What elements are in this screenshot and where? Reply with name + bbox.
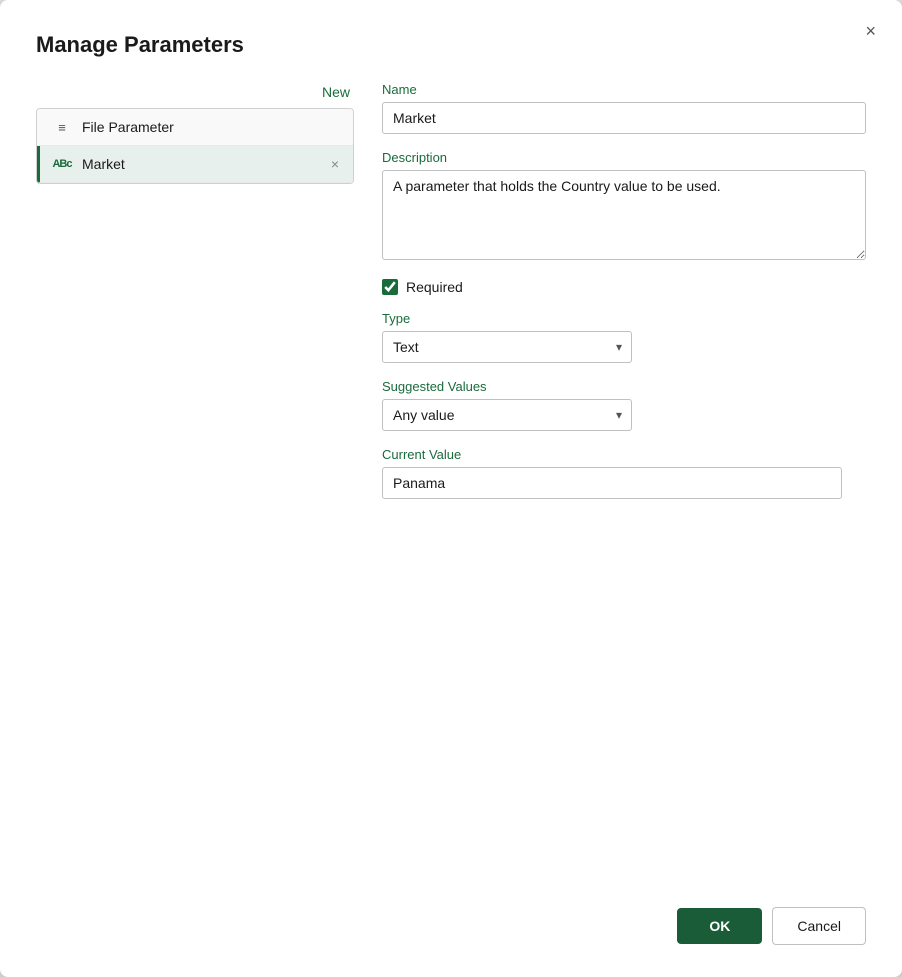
left-panel: New ≡ File Parameter ABc Market × [36,82,354,875]
required-checkbox[interactable] [382,279,398,295]
list-item[interactable]: ABc Market × [37,146,353,183]
suggested-values-label: Suggested Values [382,379,866,394]
manage-parameters-dialog: × Manage Parameters New ≡ File Parameter… [0,0,902,977]
current-value-label: Current Value [382,447,866,462]
name-field-group: Name [382,82,866,134]
list-item[interactable]: ≡ File Parameter [37,109,353,146]
ok-button[interactable]: OK [677,908,762,944]
suggested-values-select[interactable]: Any value List of values Query [382,399,632,431]
type-select-wrapper: Text Number Date Date/Time Date/Time/Tim… [382,331,632,363]
description-field-group: Description A parameter that holds the C… [382,150,866,263]
right-panel: Name Description A parameter that holds … [382,82,866,875]
suggested-values-select-wrapper: Any value List of values Query ▾ [382,399,632,431]
name-label: Name [382,82,866,97]
required-label[interactable]: Required [406,279,463,295]
description-input[interactable]: A parameter that holds the Country value… [382,170,866,260]
cancel-button[interactable]: Cancel [772,907,866,945]
description-label: Description [382,150,866,165]
type-select[interactable]: Text Number Date Date/Time Date/Time/Tim… [382,331,632,363]
close-button[interactable]: × [861,18,880,44]
current-value-input[interactable] [382,467,842,499]
type-field-group: Type Text Number Date Date/Time Date/Tim… [382,311,866,363]
param-item-label: File Parameter [82,119,341,135]
abc-icon: ABc [52,158,72,170]
current-value-field-group: Current Value [382,447,866,499]
dialog-title: Manage Parameters [36,32,866,58]
required-row: Required [382,279,866,295]
type-label: Type [382,311,866,326]
param-remove-button[interactable]: × [329,157,341,171]
new-button[interactable]: New [318,82,354,102]
suggested-values-field-group: Suggested Values Any value List of value… [382,379,866,431]
dialog-body: New ≡ File Parameter ABc Market × Na [36,82,866,875]
table-icon: ≡ [52,120,72,135]
param-item-label: Market [82,156,319,172]
new-button-row: New [36,82,354,108]
dialog-footer: OK Cancel [36,875,866,945]
name-input[interactable] [382,102,866,134]
parameter-list-container: ≡ File Parameter ABc Market × [36,108,354,184]
